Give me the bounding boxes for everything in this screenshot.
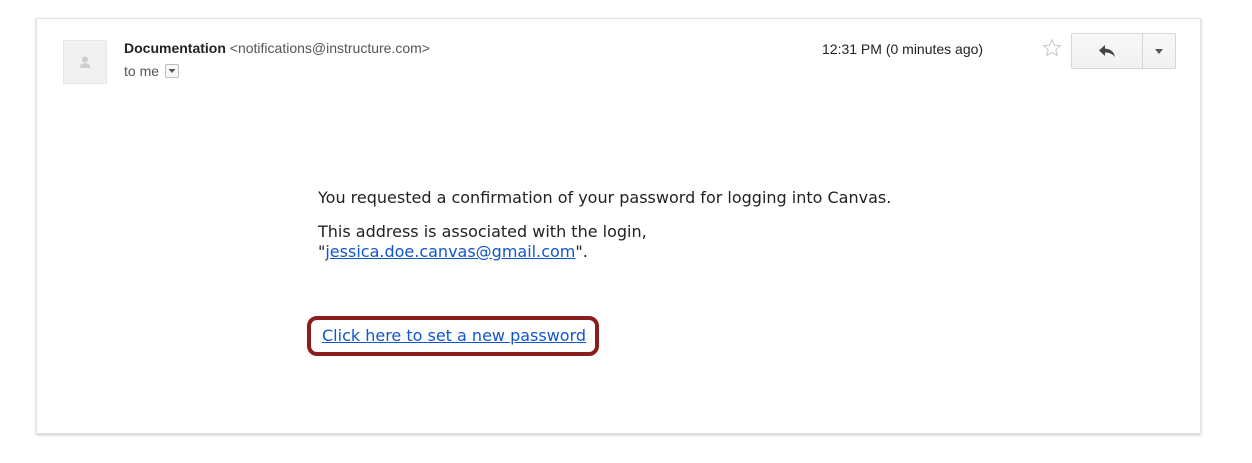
reply-button-group [1071,33,1176,69]
chevron-down-icon [168,69,176,73]
set-new-password-link[interactable]: Click here to set a new password [322,326,586,345]
person-icon [79,56,91,68]
recipient-details-button[interactable] [165,64,180,78]
reply-button[interactable] [1072,34,1143,68]
reply-icon [1099,45,1115,57]
message-body: You requested a confirmation of your pas… [318,188,958,276]
caret-down-icon [1155,48,1163,54]
message-timestamp: 12:31 PM (0 minutes ago) [822,41,984,57]
sender-name[interactable]: Documentation [124,40,226,56]
star-button[interactable] [1041,37,1063,59]
message-paragraph-login: This address is associated with the logi… [318,222,958,262]
more-actions-button[interactable] [1143,34,1175,68]
sender-email: <notifications@instructure.com> [229,40,430,56]
login-intro-text: This address is associated with the logi… [318,222,647,241]
quote-close: ". [575,242,588,261]
recipient-label: to me [124,63,160,79]
reset-link-highlight: Click here to set a new password [307,316,600,356]
recipient-line: to me [124,63,180,79]
sender-line: Documentation <notifications@instructure… [124,40,430,56]
login-email-link[interactable]: jessica.doe.canvas@gmail.com [325,242,575,261]
star-icon [1042,38,1062,57]
message-paragraph: You requested a confirmation of your pas… [318,188,892,207]
avatar [63,40,107,84]
email-message-card: Documentation <notifications@instructure… [36,18,1201,434]
